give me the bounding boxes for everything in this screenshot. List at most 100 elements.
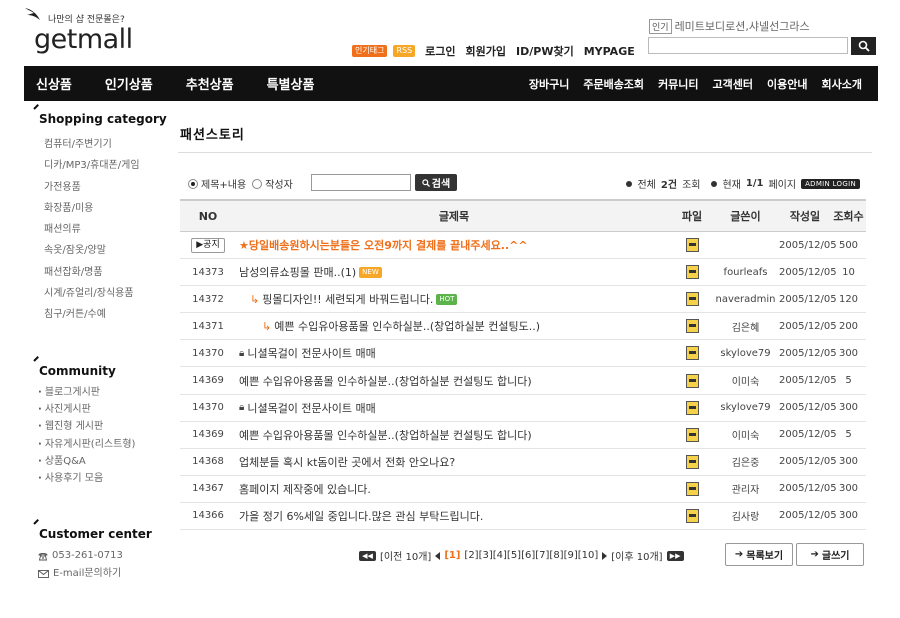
table-row[interactable]: 14371 ↳ 예쁜 수입유아용품몰 인수하실분..(창업하실분 컨설팅도..)… [180,313,866,341]
category-item[interactable]: 디카/MP3/휴대폰/게임 [44,155,174,176]
category-item[interactable]: 컴퓨터/주변기기 [44,134,174,155]
nav-special-products[interactable]: 특별상품 [267,74,315,93]
file-icon[interactable] [685,292,699,307]
admin-login-button[interactable]: ADMIN LOGIN [801,178,860,189]
community-item[interactable]: 상품Q&A [38,453,174,470]
community-item[interactable]: 블로그게시판 [38,384,174,401]
write-button[interactable]: ➔ 글쓰기 [796,543,864,566]
board-search-input[interactable] [311,174,411,191]
row-title[interactable]: 가을 정기 6%세일 중입니다.많은 관심 부탁드립니다. [239,508,483,524]
table-row[interactable]: 14372 ↳ 핑몰디자인!! 세련되게 바꿔드립니다. HOT naverad… [180,286,866,314]
row-title[interactable]: 니셜목걸이 전문사이트 매매 [247,345,375,361]
row-title[interactable]: 니셜목걸이 전문사이트 매매 [247,400,375,416]
email-item[interactable]: E-mail문의하기 [38,565,174,583]
row-author[interactable]: 이미숙 [712,427,779,442]
nav-community[interactable]: 커뮤니티 [658,76,698,92]
category-item[interactable]: 속옷/잠옷/양말 [44,240,174,261]
email-link[interactable]: E-mail문의하기 [53,565,121,583]
nav-recommended-products[interactable]: 추천상품 [186,74,234,93]
page-links[interactable]: [2][3][4][5][6][7][8][9][10] [464,550,598,561]
search-icon [858,40,870,52]
table-row[interactable]: 14366 가을 정기 6%세일 중입니다.많은 관심 부탁드립니다. 김사랑 … [180,503,866,531]
prev-arrow-icon[interactable] [435,551,441,560]
table-row[interactable]: 14367 홈페이지 제작중에 있습니다. 관리자 2005/12/05 300 [180,476,866,503]
row-date: 2005/12/05 [779,320,837,332]
table-row[interactable]: 14368 업체분들 혹시 kt돔이란 곳에서 전화 안오나요? 김은중 200… [180,449,866,476]
community-item[interactable]: 사용후기 모음 [38,470,174,487]
category-item[interactable]: 가전용품 [44,177,174,198]
nav-new-products[interactable]: 신상품 [36,74,72,93]
nav-customer-center[interactable]: 고객센터 [713,76,753,92]
row-author[interactable]: 김은혜 [712,319,779,334]
nav-company[interactable]: 회사소개 [822,76,862,92]
find-idpw-link[interactable]: ID/PW찾기 [516,43,574,59]
community-item[interactable]: 웹진형 게시판 [38,418,174,435]
category-item[interactable]: 패션잡화/명품 [44,262,174,283]
next-10-link[interactable]: [이후 10개] [611,548,662,563]
file-icon[interactable] [685,481,699,496]
lock-icon: 🔒︎ [239,402,245,414]
row-author[interactable]: naveradmin [712,294,779,305]
row-title[interactable]: 예쁜 수입유아용품몰 인수하실분..(창업하실분 컨설팅도 합니다) [239,373,532,389]
row-author[interactable]: fourleafs [712,267,779,278]
nav-cart[interactable]: 장바구니 [529,76,569,92]
row-date: 2005/12/05 [779,293,837,305]
table-row[interactable]: 14369 예쁜 수입유아용품몰 인수하실분..(창업하실분 컨설팅도 합니다)… [180,367,866,395]
file-icon[interactable] [685,346,699,361]
row-author[interactable]: 김은중 [712,454,779,469]
site-search-button[interactable] [851,37,876,55]
nav-guide[interactable]: 이용안내 [767,76,807,92]
file-icon[interactable] [685,265,699,280]
category-item[interactable]: 침구/커튼/수예 [44,304,174,325]
category-item[interactable]: 화장품/미용 [44,198,174,219]
row-author[interactable]: 관리자 [712,481,779,496]
nav-popular-products[interactable]: 인기상품 [105,74,153,93]
file-icon[interactable] [685,400,699,415]
row-title[interactable]: 남성의류쇼핑몰 판매..(1) [239,264,356,280]
join-link[interactable]: 회원가입 [466,43,506,59]
file-icon[interactable] [685,454,699,469]
login-link[interactable]: 로그인 [425,43,455,59]
row-title[interactable]: 예쁜 수입유아용품몰 인수하실분..(창업하실분 컨설팅도..) [274,318,540,334]
notice-row[interactable]: ▶공지 ★당일배송원하시는분들은 오전9까지 결제를 끝내주세요..^^ 200… [180,232,866,260]
board-search-button[interactable]: 검색 [415,174,457,191]
radio-title-content[interactable] [188,178,198,189]
last-page-icon[interactable]: ▶▶ [666,550,684,561]
row-author[interactable]: 이미숙 [712,373,779,388]
row-title[interactable]: 핑몰디자인!! 세련되게 바꿔드립니다. [262,291,433,307]
site-logo[interactable]: 나만의 샵 전문몰은? getmall [24,6,164,56]
radio-author[interactable] [252,178,263,189]
prev-10-link[interactable]: [이전 10개] [380,548,431,563]
row-author[interactable]: skylove79 [712,348,779,359]
first-page-icon[interactable]: ◀◀ [359,550,376,561]
category-item[interactable]: 패션의류 [44,219,174,240]
community-item[interactable]: 자유게시판(리스트형) [38,436,174,453]
row-title[interactable]: 예쁜 수입유아용품몰 인수하실분..(창업하실분 컨설팅도 합니다) [239,427,532,443]
site-search-input[interactable] [648,37,848,54]
file-icon[interactable] [685,508,699,523]
next-arrow-icon[interactable] [602,551,608,560]
file-icon[interactable] [685,319,699,334]
file-icon[interactable] [685,373,699,388]
table-row[interactable]: 14373 남성의류쇼핑몰 판매..(1) NEW fourleafs 2005… [180,259,866,287]
table-row[interactable]: 14370 🔒︎ 니셜목걸이 전문사이트 매매 skylove79 2005/1… [180,340,866,368]
notice-title[interactable]: ★당일배송원하시는분들은 오전9까지 결제를 끝내주세요..^^ [236,237,672,253]
mypage-link[interactable]: MYPAGE [584,45,635,58]
row-title[interactable]: 홈페이지 제작중에 있습니다. [239,481,371,497]
row-title[interactable]: 업체분들 혹시 kt돔이란 곳에서 전화 안오나요? [239,454,455,470]
category-item[interactable]: 시계/쥬얼리/장식용품 [44,283,174,304]
file-icon[interactable] [685,427,699,442]
popular-tag-button[interactable]: 인기태그 [352,45,388,57]
popular-terms[interactable]: 레미트보디로션,샤넬선그라스 [675,18,810,34]
list-button[interactable]: ➔ 목록보기 [725,543,793,566]
board-table: NO 글제목 파일 글쓴이 작성일 조회수 ▶공지 ★당일배송원하시는분들은 오… [180,199,866,531]
table-row[interactable]: 14370 🔒︎ 니셜목걸이 전문사이트 매매 skylove79 2005/1… [180,395,866,422]
rss-button[interactable]: RSS [393,45,416,57]
community-item[interactable]: 사진게시판 [38,401,174,418]
row-author[interactable]: 김사랑 [712,508,779,523]
table-row[interactable]: 14369 예쁜 수입유아용품몰 인수하실분..(창업하실분 컨설팅도 합니다)… [180,422,866,449]
row-author[interactable]: skylove79 [712,402,779,413]
file-icon[interactable] [685,238,699,253]
nav-order-tracking[interactable]: 주문배송조회 [583,76,644,92]
popular-search: 인기 레미트보디로션,샤넬선그라스 [649,18,810,34]
